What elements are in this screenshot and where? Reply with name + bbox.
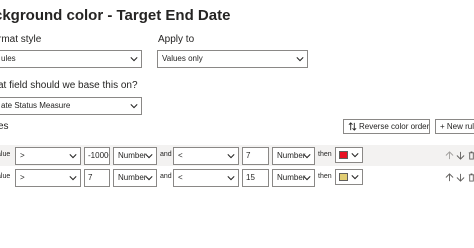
rule-operator-2-value: < xyxy=(178,173,183,182)
rule-value-2-input[interactable]: 7 xyxy=(242,147,269,165)
swap-icon xyxy=(348,122,357,131)
chevron-down-icon xyxy=(303,176,311,181)
chevron-down-icon xyxy=(130,104,138,109)
rule-operator-1-value: > xyxy=(20,173,25,182)
chevron-down-icon xyxy=(227,176,235,181)
chevron-down-icon xyxy=(145,154,153,159)
chevron-down-icon xyxy=(303,154,311,159)
rule-value-1-input[interactable]: -10000 xyxy=(84,147,110,165)
rule-operator-2-dropdown[interactable]: < xyxy=(173,169,239,187)
rule-operator-2-value: < xyxy=(178,151,183,160)
format-style-dropdown[interactable]: ules xyxy=(0,50,142,68)
chevron-down-icon xyxy=(351,175,359,180)
new-rule-button[interactable]: + New rul xyxy=(435,119,474,134)
rule-row: alue > 7 Number and < 15 Number then xyxy=(0,167,474,188)
apply-to-label: Apply to xyxy=(158,34,195,45)
move-up-icon[interactable] xyxy=(445,173,454,182)
rule-if-label: alue xyxy=(0,151,11,158)
chevron-down-icon xyxy=(69,154,77,159)
based-field-label: at field should we base this on? xyxy=(0,80,138,91)
rule-type-1-value: Number xyxy=(118,173,147,182)
rule-row: alue > -10000 Number and < 7 Number then xyxy=(0,145,474,166)
move-up-icon[interactable] xyxy=(445,151,454,160)
rule-value-2-input[interactable]: 15 xyxy=(242,169,269,187)
chevron-down-icon xyxy=(145,176,153,181)
rule-type-1-dropdown[interactable]: Number xyxy=(113,147,157,165)
dialog-title: ckground color - Target End Date xyxy=(0,7,231,24)
rule-then-label: then xyxy=(318,173,332,180)
rule-type-1-dropdown[interactable]: Number xyxy=(113,169,157,187)
rule-type-2-value: Number xyxy=(277,173,306,182)
chevron-down-icon xyxy=(130,57,138,62)
rule-operator-2-dropdown[interactable]: < xyxy=(173,147,239,165)
rule-and-label: and xyxy=(160,173,172,180)
rule-operator-1-dropdown[interactable]: > xyxy=(15,169,81,187)
move-down-icon[interactable] xyxy=(456,173,465,182)
rule-color-picker[interactable] xyxy=(335,147,363,163)
rule-if-label: alue xyxy=(0,173,11,180)
rule-and-label: and xyxy=(160,151,172,158)
color-swatch xyxy=(339,151,348,159)
based-field-value: ate Status Measure xyxy=(1,101,71,110)
rule-type-1-value: Number xyxy=(118,151,147,160)
rule-operator-1-value: > xyxy=(20,151,25,160)
color-swatch xyxy=(339,173,348,181)
delete-icon[interactable] xyxy=(467,173,474,182)
rule-operator-1-dropdown[interactable]: > xyxy=(15,147,81,165)
chevron-down-icon xyxy=(296,57,304,62)
apply-to-dropdown[interactable]: Values only xyxy=(157,50,308,68)
rule-then-label: then xyxy=(318,151,332,158)
reverse-color-order-button[interactable]: Reverse color order xyxy=(343,119,430,134)
chevron-down-icon xyxy=(69,176,77,181)
chevron-down-icon xyxy=(227,154,235,159)
format-style-value: ules xyxy=(1,54,16,63)
rule-value-1-input[interactable]: 7 xyxy=(84,169,110,187)
rules-label: es xyxy=(0,121,9,132)
rule-type-2-value: Number xyxy=(277,151,306,160)
reverse-color-order-label: Reverse color order xyxy=(359,122,430,131)
apply-to-value: Values only xyxy=(162,54,203,63)
rule-type-2-dropdown[interactable]: Number xyxy=(272,147,315,165)
new-rule-label: + New rul xyxy=(440,122,474,131)
rule-color-picker[interactable] xyxy=(335,169,363,185)
chevron-down-icon xyxy=(351,153,359,158)
format-style-label: rmat style xyxy=(0,34,42,45)
move-down-icon[interactable] xyxy=(456,151,465,160)
delete-icon[interactable] xyxy=(467,151,474,160)
based-field-dropdown[interactable]: ate Status Measure xyxy=(0,97,142,115)
rule-type-2-dropdown[interactable]: Number xyxy=(272,169,315,187)
